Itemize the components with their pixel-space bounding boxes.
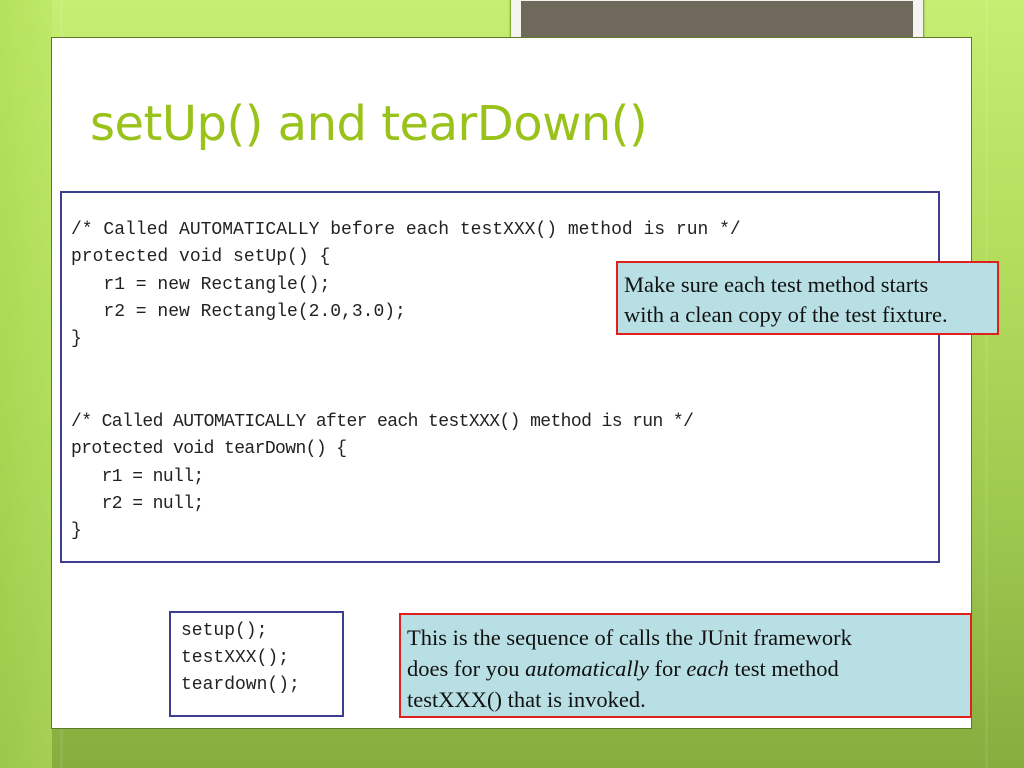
sequence-line: setup(); bbox=[181, 621, 268, 641]
sequence-line: teardown(); bbox=[181, 675, 300, 695]
callout-line: testXXX() that is invoked. bbox=[407, 687, 646, 712]
background-stripe bbox=[985, 0, 988, 768]
slide-title: setUp() and tearDown() bbox=[90, 96, 648, 152]
call-sequence: setup(); testXXX(); teardown(); bbox=[181, 618, 300, 699]
teardown-code-block: /* Called AUTOMATICALLY after each testX… bbox=[71, 409, 694, 545]
sequence-callout: This is the sequence of calls the JUnit … bbox=[399, 613, 972, 718]
code-line: r2 = null; bbox=[71, 493, 205, 514]
emphasis-automatically: automatically bbox=[525, 656, 649, 681]
code-line: } bbox=[71, 521, 82, 542]
callout-line: This is the sequence of calls the JUnit … bbox=[407, 625, 852, 650]
background-left-band bbox=[0, 0, 52, 768]
callout-text: for bbox=[648, 656, 687, 681]
sequence-line: testXXX(); bbox=[181, 648, 290, 668]
callout-line: Make sure each test method starts bbox=[624, 272, 929, 297]
code-line: /* Called AUTOMATICALLY after each testX… bbox=[71, 412, 694, 432]
code-line: protected void setUp() { bbox=[71, 247, 331, 268]
callout-text: test method bbox=[728, 656, 839, 681]
callout-line: does for you automatically for each test… bbox=[407, 653, 970, 684]
code-line: } bbox=[71, 329, 82, 350]
fixture-callout: Make sure each test method starts with a… bbox=[616, 261, 999, 335]
code-line: r1 = null; bbox=[71, 466, 205, 487]
callout-text: does for you bbox=[407, 656, 526, 681]
emphasis-each: each bbox=[686, 656, 729, 681]
code-line: r2 = new Rectangle(2.0,3.0); bbox=[71, 301, 406, 322]
code-line: /* Called AUTOMATICALLY before each test… bbox=[71, 220, 741, 240]
code-line: protected void tearDown() { bbox=[71, 439, 347, 460]
code-line: r1 = new Rectangle(); bbox=[71, 274, 331, 295]
callout-line: with a clean copy of the test fixture. bbox=[624, 302, 948, 327]
